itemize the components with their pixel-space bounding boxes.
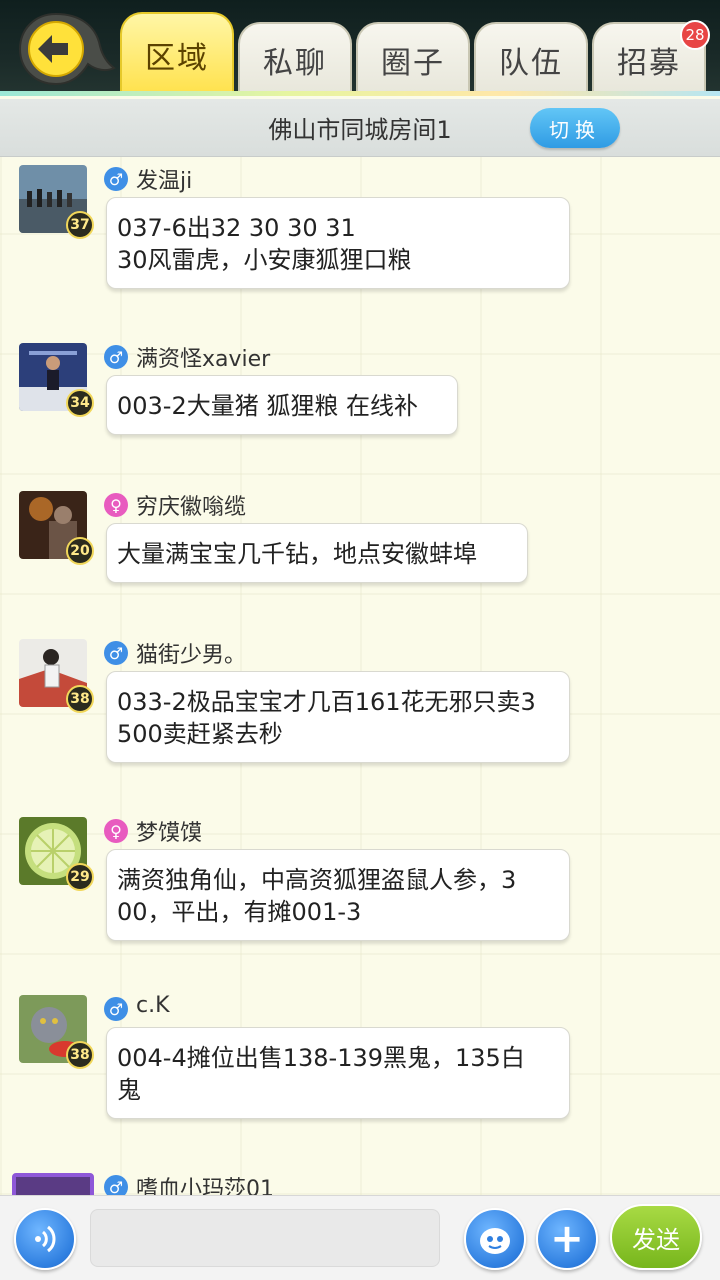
level-badge: 29 (66, 863, 94, 891)
add-button[interactable]: + (536, 1208, 598, 1270)
level-badge: 34 (66, 389, 94, 417)
male-icon: ♂ (104, 167, 128, 191)
message-line: 037-6出32 30 30 31 (117, 214, 356, 242)
message-line: 鬼 (117, 1076, 141, 1104)
message-line: 003-2大量猪 狐狸粮 在线补 (117, 392, 418, 420)
sender-name: 满资怪xavier (136, 347, 271, 372)
message-line: 004-4摊位出售138-139黑鬼，135白 (117, 1044, 525, 1072)
male-icon: ♂ (104, 641, 128, 665)
tab-label: 圈子 (381, 46, 445, 81)
message-input[interactable] (90, 1209, 440, 1267)
back-button[interactable] (16, 10, 116, 88)
tab-recruit[interactable]: 招募 28 (592, 20, 710, 96)
tab-label: 队伍 (499, 46, 563, 81)
plus-icon: + (550, 1216, 584, 1262)
message-list[interactable]: 37 ♂ 发温ji 037-6出32 30 30 31 30风雷虎，小安康狐狸口… (0, 157, 720, 1195)
tab-label: 招募 (617, 46, 681, 81)
room-title: 佛山市同城房间1 (268, 116, 452, 144)
send-button[interactable]: 发送 (610, 1204, 702, 1270)
emoji-button[interactable] (464, 1208, 526, 1270)
sender-name: 猫街少男。 (136, 643, 247, 668)
avatar[interactable] (12, 1173, 94, 1195)
female-icon: ♀ (104, 493, 128, 517)
male-icon: ♂ (104, 1175, 128, 1195)
message-line: 00，平出，有摊001-3 (117, 898, 362, 926)
male-icon: ♂ (104, 345, 128, 369)
sender-name: 嗜血小玛莎01 (136, 1177, 274, 1195)
top-bar: 区域 私聊 圈子 队伍 招募 28 (0, 0, 720, 96)
unread-badge: 28 (680, 20, 710, 50)
message-bubble[interactable]: 033-2极品宝宝才几百161花无邪只卖3 500卖赶紧去秒 (106, 671, 570, 763)
message-line: 033-2极品宝宝才几百161花无邪只卖3 (117, 688, 536, 716)
message-bubble[interactable]: 004-4摊位出售138-139黑鬼，135白 鬼 (106, 1027, 570, 1119)
emoji-icon (480, 1228, 510, 1254)
tab-region[interactable]: 区域 (120, 12, 234, 96)
level-badge: 38 (66, 685, 94, 713)
female-icon: ♀ (104, 819, 128, 843)
back-arrow-icon (18, 12, 116, 86)
tab-team[interactable]: 队伍 (474, 22, 588, 96)
tab-bar: 区域 私聊 圈子 队伍 招募 28 (120, 10, 710, 96)
tab-label: 私聊 (263, 46, 327, 81)
male-icon: ♂ (104, 997, 128, 1021)
sender-name: 穷庆徽嗡缆 (136, 495, 247, 520)
room-bar: 佛山市同城房间1 切换 (0, 99, 720, 157)
sender-name: c.K (136, 993, 170, 1018)
level-badge: 38 (66, 1041, 94, 1069)
tab-private-chat[interactable]: 私聊 (238, 22, 352, 96)
message-line: 满资独角仙，中高资狐狸盗鼠人参，3 (117, 866, 517, 894)
divider (0, 91, 720, 96)
switch-room-button[interactable]: 切换 (530, 108, 620, 148)
voice-button[interactable] (14, 1208, 76, 1270)
voice-icon (35, 1225, 56, 1253)
sender-name: 发温ji (136, 169, 193, 194)
tab-circle[interactable]: 圈子 (356, 22, 470, 96)
level-badge: 37 (66, 211, 94, 239)
message-line: 30风雷虎，小安康狐狸口粮 (117, 246, 412, 274)
level-badge: 20 (66, 537, 94, 565)
message-line: 500卖赶紧去秒 (117, 720, 283, 748)
message-bubble[interactable]: 大量满宝宝几千钻，地点安徽蚌埠 (106, 523, 528, 583)
message-bubble[interactable]: 003-2大量猪 狐狸粮 在线补 (106, 375, 458, 435)
message-bubble[interactable]: 037-6出32 30 30 31 30风雷虎，小安康狐狸口粮 (106, 197, 570, 289)
message-bubble[interactable]: 满资独角仙，中高资狐狸盗鼠人参，3 00，平出，有摊001-3 (106, 849, 570, 941)
input-bar: + 发送 (0, 1195, 720, 1280)
sender-name: 梦馍馍 (136, 821, 203, 846)
message-line: 大量满宝宝几千钻，地点安徽蚌埠 (117, 540, 477, 568)
tab-label: 区域 (145, 41, 209, 76)
